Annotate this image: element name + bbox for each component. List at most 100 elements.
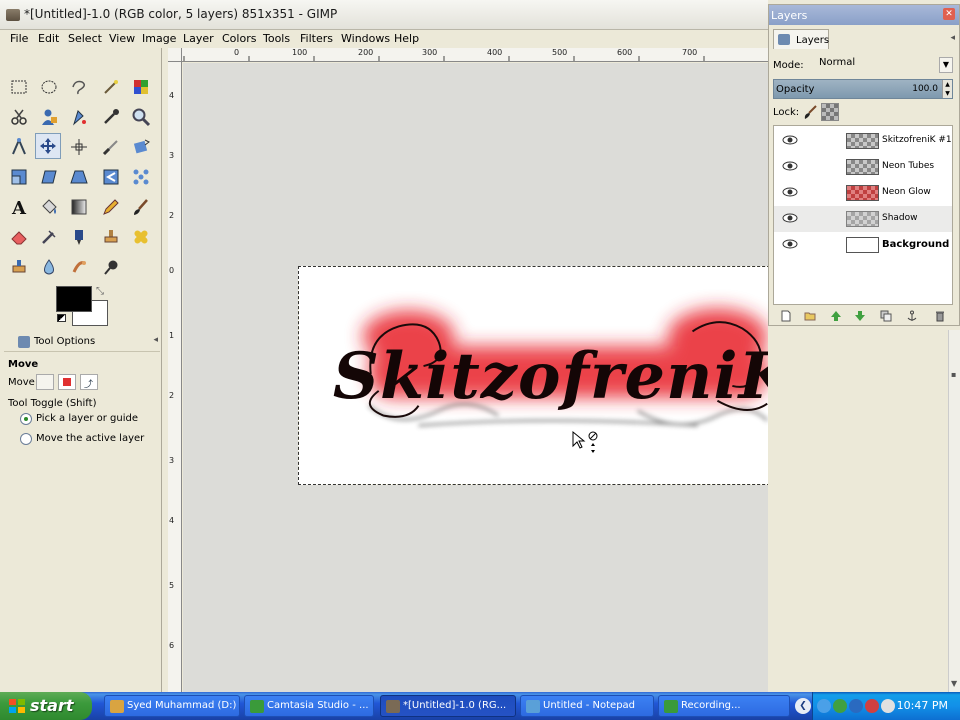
layer-row[interactable]: Neon Glow: [774, 180, 952, 206]
ellipse-select-tool[interactable]: [36, 74, 62, 100]
gimp-app-icon[interactable]: [6, 9, 20, 21]
scroll-thumb-icon[interactable]: ▪: [951, 370, 956, 379]
menu-view[interactable]: View: [109, 32, 135, 45]
layers-tab[interactable]: Layers: [773, 29, 829, 49]
heal-tool[interactable]: [128, 224, 154, 250]
cage-tool[interactable]: [128, 164, 154, 190]
taskbar-item-active[interactable]: *[Untitled]-1.0 (RG...: [380, 695, 516, 717]
ruler-corner[interactable]: [168, 48, 182, 62]
menu-windows[interactable]: Windows: [341, 32, 390, 45]
scissors-tool[interactable]: [6, 104, 32, 130]
title-bar[interactable]: *[Untitled]-1.0 (RGB color, 5 layers) 85…: [0, 0, 768, 30]
airbrush-tool[interactable]: [36, 224, 62, 250]
pick-layer-radio[interactable]: [20, 413, 32, 425]
move-active-layer-label[interactable]: Move the active layer: [36, 433, 144, 444]
color-picker-tool[interactable]: [98, 104, 124, 130]
new-layer-button[interactable]: [777, 307, 795, 325]
fuzzy-select-tool[interactable]: [98, 74, 124, 100]
vertical-ruler[interactable]: 4 3 2 0 1 2 3 4 5 6: [168, 62, 182, 692]
rotate-tool[interactable]: [128, 134, 154, 160]
blend-tool[interactable]: [66, 194, 92, 220]
menu-help[interactable]: Help: [394, 32, 419, 45]
blur-tool[interactable]: [36, 254, 62, 280]
rect-select-tool[interactable]: [6, 74, 32, 100]
anchor-layer-button[interactable]: [903, 307, 921, 325]
eye-icon[interactable]: [782, 212, 798, 224]
tool-options-tab[interactable]: Tool Options ◂: [4, 332, 160, 352]
eraser-tool[interactable]: [6, 224, 32, 250]
bucket-fill-tool[interactable]: [36, 194, 62, 220]
tab-menu-arrow-icon[interactable]: ◂: [950, 33, 955, 43]
image-canvas[interactable]: SkitzofreniK: [298, 266, 768, 485]
perspective-tool[interactable]: [66, 164, 92, 190]
menu-file[interactable]: File: [10, 32, 28, 45]
raise-layer-button[interactable]: [827, 307, 845, 325]
by-color-select-tool[interactable]: [128, 74, 154, 100]
zoom-tool[interactable]: [128, 104, 154, 130]
paintbrush-tool[interactable]: [128, 194, 154, 220]
foreground-select-tool[interactable]: [36, 104, 62, 130]
layer-name[interactable]: SkitzofreniK #1: [882, 135, 952, 145]
chevron-down-icon[interactable]: ▼: [939, 57, 953, 73]
dodge-burn-tool[interactable]: [98, 254, 124, 280]
pencil-tool[interactable]: [98, 194, 124, 220]
delete-layer-button[interactable]: [931, 307, 949, 325]
layers-title-bar[interactable]: Layers ✕: [769, 5, 959, 25]
lower-layer-button[interactable]: [851, 307, 869, 325]
menu-select[interactable]: Select: [68, 32, 102, 45]
move-tool[interactable]: [35, 133, 61, 159]
lock-pixels-button[interactable]: [801, 103, 819, 121]
layer-row[interactable]: Neon Tubes: [774, 154, 952, 180]
settings-icon[interactable]: [881, 699, 895, 713]
messenger-icon[interactable]: [849, 699, 863, 713]
menu-tools[interactable]: Tools: [263, 32, 290, 45]
duplicate-layer-button[interactable]: [877, 307, 895, 325]
layer-name[interactable]: Background: [882, 239, 949, 250]
foreground-color-swatch[interactable]: [56, 286, 92, 312]
clone-tool[interactable]: [98, 224, 124, 250]
menu-filters[interactable]: Filters: [300, 32, 333, 45]
layer-name[interactable]: Neon Glow: [882, 187, 931, 197]
taskbar-item[interactable]: Camtasia Studio - ...: [244, 695, 374, 717]
new-layer-group-button[interactable]: [801, 307, 819, 325]
eye-icon[interactable]: [782, 160, 798, 172]
chevron-left-icon[interactable]: ❮: [795, 698, 811, 714]
layer-name[interactable]: Neon Tubes: [882, 161, 934, 171]
menu-edit[interactable]: Edit: [38, 32, 59, 45]
move-layer-mode-button[interactable]: [36, 374, 54, 390]
move-active-layer-radio[interactable]: [20, 433, 32, 445]
eye-icon[interactable]: [782, 238, 798, 250]
flip-tool[interactable]: [98, 164, 124, 190]
horizontal-ruler[interactable]: 0 100 200 300 400 500 600 700: [182, 48, 768, 62]
smudge-tool[interactable]: [66, 254, 92, 280]
free-select-tool[interactable]: [66, 74, 92, 100]
layer-row[interactable]: Background: [774, 232, 952, 258]
opacity-spin-buttons[interactable]: ▲ ▼: [942, 80, 952, 98]
eye-icon[interactable]: [782, 186, 798, 198]
shear-tool[interactable]: [36, 164, 62, 190]
measure-tool[interactable]: [6, 134, 32, 160]
text-tool[interactable]: A: [6, 194, 32, 220]
ie-icon[interactable]: [817, 699, 831, 713]
layer-mode-select[interactable]: Normal ▼: [819, 57, 953, 73]
taskbar-item[interactable]: Syed Muhammad (D:): [104, 695, 240, 717]
taskbar-item[interactable]: Untitled - Notepad: [520, 695, 654, 717]
vertical-scrollbar[interactable]: ▪ ▼: [948, 330, 960, 692]
start-button[interactable]: start: [0, 692, 92, 720]
pick-layer-label[interactable]: Pick a layer or guide: [36, 413, 138, 424]
tab-menu-arrow-icon[interactable]: ◂: [153, 335, 158, 345]
default-colors-icon[interactable]: [57, 314, 66, 322]
menu-layer[interactable]: Layer: [183, 32, 214, 45]
layer-row[interactable]: SkitzofreniK #1: [774, 128, 952, 154]
image-viewport[interactable]: SkitzofreniK: [183, 63, 768, 692]
swap-colors-icon[interactable]: ⤡: [96, 286, 104, 297]
scale-tool[interactable]: [6, 164, 32, 190]
eye-icon[interactable]: [782, 134, 798, 146]
close-icon[interactable]: ✕: [943, 8, 955, 20]
scroll-down-arrow-icon[interactable]: ▼: [951, 679, 957, 688]
layer-name[interactable]: Shadow: [882, 213, 918, 223]
lock-alpha-button[interactable]: [821, 103, 839, 121]
align-tool[interactable]: [66, 134, 92, 160]
crop-tool[interactable]: [98, 134, 124, 160]
antivirus-icon[interactable]: [865, 699, 879, 713]
